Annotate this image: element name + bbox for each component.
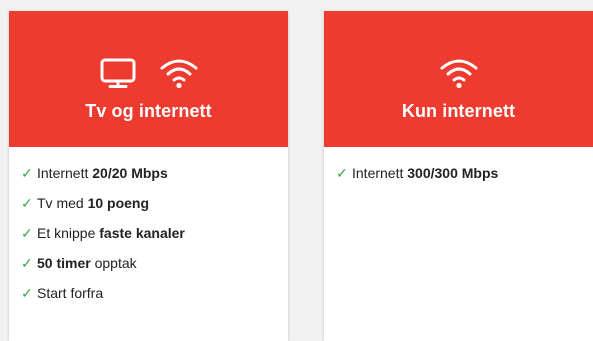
card-icons — [324, 54, 593, 92]
feature-text: Et knippe — [37, 225, 100, 241]
feature-item: ✓ Internett 300/300 Mbps — [336, 165, 593, 195]
feature-list: ✓ Internett 300/300 Mbps — [324, 147, 593, 195]
feature-text: Internett — [37, 165, 93, 181]
feature-item: ✓ Start forfra — [21, 285, 288, 315]
tv-icon — [100, 58, 135, 88]
wifi-icon — [160, 59, 197, 89]
card-title: Kun internett — [401, 101, 516, 121]
feature-suffix: opptak — [90, 255, 137, 271]
check-icon: ✓ — [21, 165, 33, 181]
feature-item: ✓ Tv med 10 poeng — [21, 195, 288, 225]
feature-highlight: faste kanaler — [99, 225, 185, 241]
feature-text: Internett — [352, 165, 408, 181]
feature-text: Start forfra — [37, 285, 104, 301]
feature-item: ✓ Internett 20/20 Mbps — [21, 165, 288, 195]
package-card-tv-og-internett[interactable]: Tv og internett ✓ Internett 20/20 Mbps ✓… — [9, 11, 288, 341]
card-header: Tv og internett — [9, 11, 288, 147]
card-title: Tv og internett — [85, 101, 212, 121]
feature-item: ✓ Et knippe faste kanaler — [21, 225, 288, 255]
feature-item: ✓ 50 timer opptak — [21, 255, 288, 285]
card-icons — [9, 54, 288, 92]
feature-highlight: 300/300 Mbps — [407, 165, 499, 181]
wifi-icon — [440, 59, 477, 89]
package-card-kun-internett[interactable]: Kun internett ✓ Internett 300/300 Mbps — [324, 11, 593, 341]
feature-text: Tv med — [37, 195, 88, 211]
check-icon: ✓ — [21, 225, 33, 241]
check-icon: ✓ — [336, 165, 348, 181]
card-header: Kun internett — [324, 11, 593, 147]
check-icon: ✓ — [21, 195, 33, 211]
feature-highlight: 10 poeng — [87, 195, 150, 211]
feature-highlight: 20/20 Mbps — [92, 165, 168, 181]
feature-list: ✓ Internett 20/20 Mbps ✓ Tv med 10 poeng… — [9, 147, 288, 315]
check-icon: ✓ — [21, 285, 33, 301]
feature-highlight: 50 timer — [37, 255, 91, 271]
check-icon: ✓ — [21, 255, 33, 271]
